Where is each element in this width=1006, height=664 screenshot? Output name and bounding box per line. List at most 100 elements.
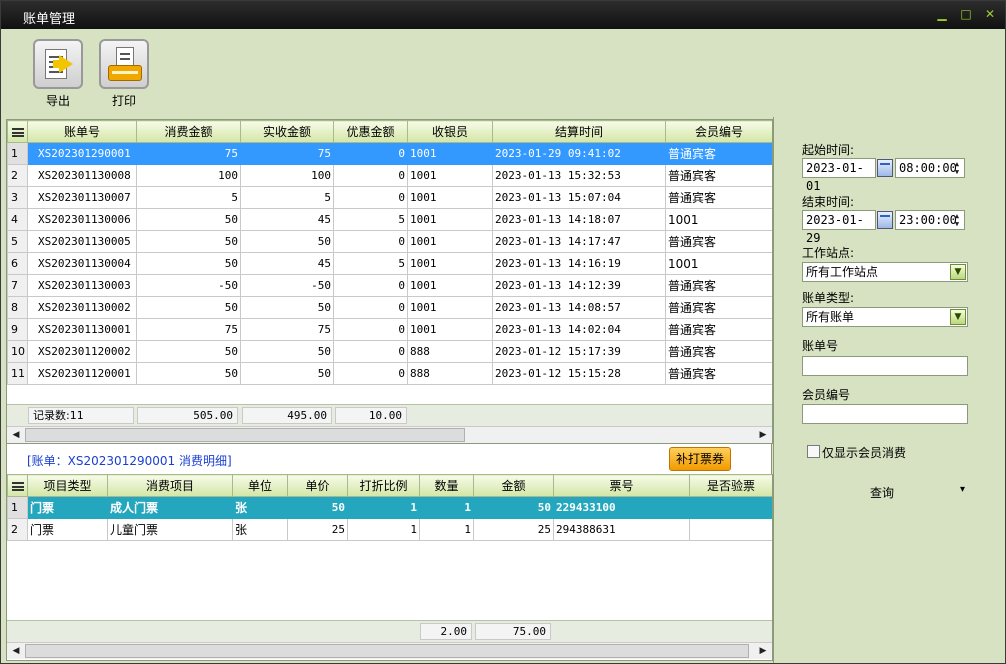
maximize-icon[interactable]: □: [959, 7, 973, 21]
bill-row[interactable]: 9 XS202301130001 75 75 0 1001 2023-01-13 14:02…: [7, 318, 772, 341]
amount-cell: 5: [136, 186, 241, 209]
col-price[interactable]: 单价: [287, 474, 348, 497]
start-calendar-icon[interactable]: [877, 159, 893, 177]
print-button[interactable]: 打印: [97, 39, 151, 109]
row-number: 9: [7, 318, 28, 341]
query-button[interactable]: 查询: [870, 484, 894, 501]
bill-no-input[interactable]: [802, 356, 968, 376]
cashier-cell: 1001: [407, 208, 493, 231]
end-calendar-icon[interactable]: [877, 211, 893, 229]
bill-type-value: 所有账单: [806, 310, 855, 324]
amount-cell: 50: [136, 208, 241, 231]
discount-cell: 0: [333, 274, 408, 297]
col-item-type[interactable]: 项目类型: [27, 474, 108, 497]
row-number: 5: [7, 230, 28, 253]
bill-id-cell: XS202301130001: [27, 318, 137, 341]
col-member-no[interactable]: 会员编号: [665, 120, 772, 143]
minimize-icon[interactable]: ▁: [935, 7, 949, 21]
bills-scroll-thumb[interactable]: [25, 428, 465, 442]
cashier-cell: 1001: [407, 142, 493, 165]
bill-type-label: 账单类型:: [802, 291, 855, 305]
bills-hscrollbar[interactable]: ◀ ▶: [7, 426, 772, 443]
bill-row[interactable]: 5 XS202301130005 50 50 0 1001 2023-01-13 14:17…: [7, 230, 772, 253]
end-date-input[interactable]: 2023-01-29: [802, 210, 876, 245]
detail-menu-icon[interactable]: [7, 474, 28, 497]
unit-cell: 张: [232, 518, 288, 541]
col-ratio[interactable]: 打折比例: [347, 474, 420, 497]
start-time-input[interactable]: 08:00:00 ▲ ▼: [895, 158, 965, 178]
end-time-input[interactable]: 23:00:00 ▲ ▼: [895, 210, 965, 230]
detail-amount-cell: 50: [473, 496, 554, 519]
received-cell: 50: [240, 362, 334, 385]
ticket-no-cell: 294388631: [553, 518, 690, 541]
scroll-left-icon[interactable]: ◀: [9, 429, 23, 442]
discount-cell: 0: [333, 142, 408, 165]
col-detail-amount[interactable]: 金额: [473, 474, 554, 497]
detail-row[interactable]: 1 门票 成人门票张 50 1 1 50 229433100: [7, 496, 772, 519]
station-chevron-down-icon[interactable]: ▼: [950, 264, 966, 280]
bill-type-chevron-down-icon[interactable]: ▼: [950, 309, 966, 325]
row-number: 11: [7, 362, 28, 385]
record-count: 记录数:11: [28, 407, 134, 424]
start-time-spinner-icon[interactable]: ▲ ▼: [952, 160, 962, 176]
col-bill-id[interactable]: 账单号: [27, 120, 137, 143]
settle-time-cell: 2023-01-13 15:32:53: [492, 164, 666, 187]
scroll-right-icon[interactable]: ▶: [756, 429, 770, 442]
cashier-cell: 1001: [407, 274, 493, 297]
received-cell: 75: [240, 318, 334, 341]
filter-panel: 起始时间: 2023-01-01 08:00:00 ▲ ▼ 结束时间: 2023-…: [773, 117, 1005, 663]
col-unit[interactable]: 单位: [232, 474, 288, 497]
bill-row[interactable]: 2 XS202301130008 100 100 0 1001 2023-01-13 15:…: [7, 164, 772, 187]
col-received[interactable]: 实收金额: [240, 120, 334, 143]
col-checked[interactable]: 是否验票: [689, 474, 772, 497]
col-discount[interactable]: 优惠金额: [333, 120, 408, 143]
station-label: 工作站点:: [802, 246, 855, 260]
start-date-input[interactable]: 2023-01-01: [802, 158, 876, 193]
detail-scroll-left-icon[interactable]: ◀: [9, 645, 23, 658]
col-amount[interactable]: 消费金额: [136, 120, 241, 143]
detail-scroll-right-icon[interactable]: ▶: [756, 645, 770, 658]
bill-row[interactable]: 3 XS202301130007 5 5 0 1001 2023-01-13 15:07:0…: [7, 186, 772, 209]
bill-row[interactable]: 11 XS202301120001 50 50 0 888 2023-01-12 15:15…: [7, 362, 772, 385]
close-icon[interactable]: ✕: [983, 7, 997, 21]
checked-cell: [689, 496, 772, 519]
col-ticket-no[interactable]: 票号: [553, 474, 690, 497]
start-time-label: 起始时间:: [802, 143, 855, 157]
item-type-cell: 门票: [27, 518, 108, 541]
bill-row[interactable]: 10 XS202301120002 50 50 0 888 2023-01-12 15:17…: [7, 340, 772, 363]
bill-row[interactable]: 1 XS202301290001 75 75 0 1001 2023-01-29 09:41…: [7, 142, 772, 165]
detail-title: [账单：XS202301290001 消费明细]: [27, 454, 232, 468]
bill-row[interactable]: 7 XS202301130003 -50 -50 0 1001 2023-01-13 14:…: [7, 274, 772, 297]
query-dropdown-icon[interactable]: ▾: [960, 484, 965, 495]
member-cell: 普通宾客: [665, 340, 772, 363]
bill-type-select[interactable]: 所有账单 ▼: [802, 307, 968, 327]
discount-cell: 5: [333, 208, 408, 231]
bill-row[interactable]: 8 XS202301130002 50 50 0 1001 2023-01-13 14:08…: [7, 296, 772, 319]
detail-hscrollbar[interactable]: ◀ ▶: [7, 642, 772, 659]
member-cell: 普通宾客: [665, 230, 772, 253]
member-only-checkbox[interactable]: [807, 445, 820, 458]
bill-row[interactable]: 4 XS202301130006 50 45 5 1001 2023-01-13 14:18…: [7, 208, 772, 231]
bill-id-cell: XS202301130003: [27, 274, 137, 297]
col-settle-time[interactable]: 结算时间: [492, 120, 666, 143]
export-button[interactable]: 导出: [31, 39, 85, 109]
cashier-cell: 888: [407, 362, 493, 385]
amount-cell: 50: [136, 340, 241, 363]
bill-row[interactable]: 6 XS202301130004 50 45 5 1001 2023-01-13 14:16…: [7, 252, 772, 275]
grid-menu-icon[interactable]: [7, 120, 28, 143]
end-time-spinner-icon[interactable]: ▲ ▼: [952, 212, 962, 228]
reprint-ticket-button[interactable]: 补打票券: [669, 447, 731, 471]
detail-header-bar: [账单：XS202301290001 消费明细] 补打票券: [6, 444, 772, 474]
member-no-input[interactable]: [802, 404, 968, 424]
detail-row[interactable]: 2 门票 儿童门票张 25 1 1 25 294388631: [7, 518, 772, 541]
amount-cell: 50: [136, 252, 241, 275]
row-number: 8: [7, 296, 28, 319]
col-item[interactable]: 消费项目: [107, 474, 233, 497]
detail-scroll-thumb[interactable]: [25, 644, 749, 658]
col-qty[interactable]: 数量: [419, 474, 474, 497]
station-select[interactable]: 所有工作站点 ▼: [802, 262, 968, 282]
export-label: 导出: [45, 94, 70, 108]
member-cell: 普通宾客: [665, 274, 772, 297]
settle-time-cell: 2023-01-29 09:41:02: [492, 142, 666, 165]
col-cashier[interactable]: 收银员: [407, 120, 493, 143]
